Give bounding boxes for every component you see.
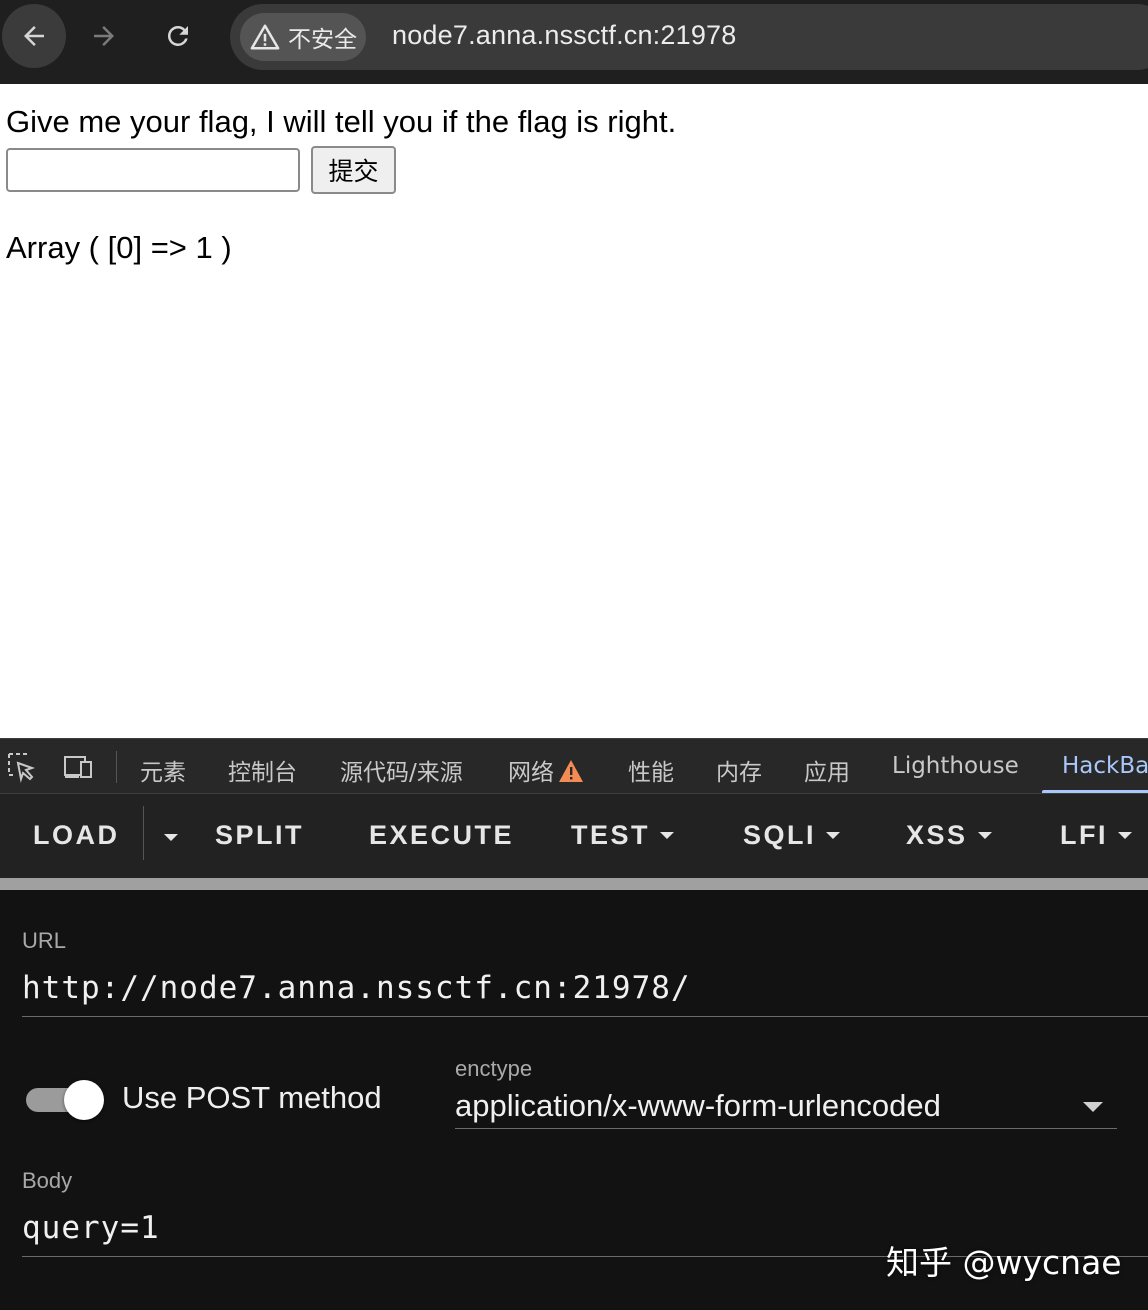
chevron-down-icon xyxy=(660,832,675,839)
device-toolbar-icon[interactable] xyxy=(62,751,94,783)
hackbar-progress-bar xyxy=(0,878,1148,890)
tab-performance[interactable]: 性能 xyxy=(628,753,674,787)
url-label: URL xyxy=(22,928,67,953)
tab-memory[interactable]: 内存 xyxy=(716,753,762,787)
tab-elements[interactable]: 元素 xyxy=(140,753,186,787)
sqli-menu[interactable]: SQLI xyxy=(743,820,841,851)
split-button[interactable]: SPLIT xyxy=(215,820,304,851)
body-field[interactable]: query=1 xyxy=(22,1210,160,1246)
post-method-toggle[interactable] xyxy=(24,1080,104,1120)
submit-button[interactable]: 提交 xyxy=(311,146,396,194)
execute-button[interactable]: EXECUTE xyxy=(369,820,514,851)
tab-hackbar[interactable]: HackBa xyxy=(1062,753,1148,779)
chevron-down-icon xyxy=(826,832,841,839)
lfi-menu-label: LFI xyxy=(1060,820,1108,850)
tab-sources[interactable]: 源代码/来源 xyxy=(340,753,463,787)
arrow-left-icon xyxy=(24,26,44,46)
enctype-select[interactable]: application/x-www-form-urlencoded xyxy=(455,1088,941,1124)
flag-input[interactable] xyxy=(6,148,300,192)
browser-toolbar: 不安全 node7.anna.nssctf.cn:21978 xyxy=(0,0,1148,84)
xss-menu-label: XSS xyxy=(906,820,968,850)
url-field-underline xyxy=(22,1016,1148,1017)
test-menu[interactable]: TEST xyxy=(571,820,675,851)
tab-application[interactable]: 应用 xyxy=(804,753,850,787)
tab-lighthouse[interactable]: Lighthouse xyxy=(892,753,1019,779)
tab-network[interactable]: 网络 xyxy=(508,753,584,787)
load-button[interactable]: LOAD xyxy=(33,820,120,851)
enctype-label: enctype xyxy=(455,1056,533,1081)
chevron-down-icon xyxy=(977,832,992,839)
test-menu-label: TEST xyxy=(571,820,651,850)
load-dropdown-caret-icon[interactable] xyxy=(164,834,178,841)
page-content: Give me your flag, I will tell you if th… xyxy=(0,84,1148,738)
reload-icon xyxy=(167,25,188,46)
post-method-label: Use POST method xyxy=(122,1080,382,1115)
hackbar-panel: URL http://node7.anna.nssctf.cn:21978/ U… xyxy=(0,890,1148,1310)
arrow-right-icon xyxy=(94,26,114,46)
security-chip[interactable]: 不安全 xyxy=(240,13,366,61)
back-button[interactable] xyxy=(2,4,66,68)
menu-divider xyxy=(143,806,144,860)
result-output: Array ( [0] => 1 ) xyxy=(6,230,232,265)
inspect-element-icon[interactable] xyxy=(6,751,38,783)
reload-button[interactable] xyxy=(146,4,210,68)
toggle-knob xyxy=(64,1080,104,1120)
chevron-down-icon[interactable] xyxy=(1083,1102,1103,1112)
warning-triangle-icon xyxy=(559,760,583,782)
devtools-tabbar: 元素 控制台 源代码/来源 网络 性能 内存 应用 Lighthouse Hac… xyxy=(0,738,1148,794)
flag-prompt: Give me your flag, I will tell you if th… xyxy=(6,104,677,139)
tab-separator xyxy=(116,751,117,783)
tab-console[interactable]: 控制台 xyxy=(228,753,297,787)
url-text[interactable]: node7.anna.nssctf.cn:21978 xyxy=(392,20,736,51)
body-label: Body xyxy=(22,1168,73,1193)
tab-network-label: 网络 xyxy=(508,760,554,786)
url-field[interactable]: http://node7.anna.nssctf.cn:21978/ xyxy=(22,970,691,1006)
hackbar-menu: LOAD SPLIT EXECUTE TEST SQLI XSS LFI xyxy=(0,794,1148,878)
security-label: 不安全 xyxy=(288,27,357,53)
watermark: 知乎 @wycnae xyxy=(886,1243,1122,1282)
lfi-menu[interactable]: LFI xyxy=(1060,820,1132,851)
xss-menu[interactable]: XSS xyxy=(906,820,992,851)
enctype-underline xyxy=(455,1128,1117,1129)
sqli-menu-label: SQLI xyxy=(743,820,817,850)
warning-icon xyxy=(250,24,280,50)
address-bar[interactable]: 不安全 node7.anna.nssctf.cn:21978 xyxy=(230,4,1148,70)
forward-button[interactable] xyxy=(72,4,136,68)
chevron-down-icon xyxy=(1118,832,1132,839)
